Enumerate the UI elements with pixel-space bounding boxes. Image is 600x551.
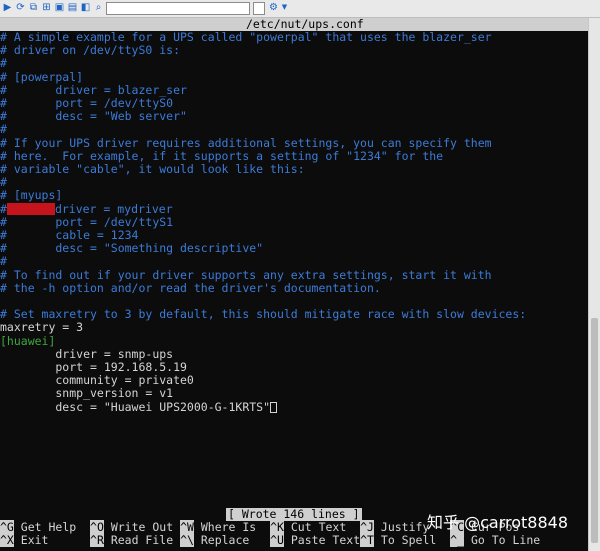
shortcut-label: Paste Text — [283, 533, 361, 547]
editor-line: # [powerpal] — [0, 69, 84, 84]
shortcut-label: Write Out — [103, 520, 181, 534]
editor-line: community = private0 — [0, 374, 194, 387]
editor-line: # A simple example for a UPS called "pow… — [0, 31, 492, 44]
editor-line: # driver on /dev/ttyS0 is: — [0, 44, 180, 57]
scrollbar[interactable] — [588, 18, 600, 551]
editor-line: desc = "Huawei UPS2000-G-1KRTS" — [0, 399, 278, 414]
editor-line: # — [0, 176, 7, 189]
play-icon[interactable]: ▶ — [2, 2, 13, 13]
copy-icon[interactable]: ⧉ — [28, 2, 39, 13]
editor-line: # driver = blazer_ser — [0, 82, 187, 97]
search-input[interactable] — [106, 2, 250, 15]
shortcut-key: ^R — [90, 533, 104, 547]
shortcut-label: Cut Text — [283, 520, 361, 534]
paste-icon[interactable]: ⊞ — [41, 2, 52, 13]
address-input[interactable] — [253, 2, 265, 15]
line-text: # — [0, 122, 7, 137]
editor-line: # — [0, 255, 7, 268]
line-text: snmp_version = v1 — [0, 386, 174, 401]
line-text: maxretry = 3 — [0, 320, 84, 335]
shortcut-label: Go To Line — [464, 533, 541, 547]
shortcut-key: ^O — [90, 520, 104, 534]
line-text: # desc = "Web server" — [0, 109, 187, 124]
editor-line: # desc = "Web server" — [0, 110, 187, 123]
find-icon[interactable]: ⌕ — [93, 2, 104, 13]
line-text: # driver = blazer_ser — [0, 82, 187, 97]
line-text: # the -h option and/or read the driver's… — [0, 280, 381, 295]
help-row-2: ^X Exit ^R Read File ^\ Replace ^U Paste… — [0, 533, 541, 547]
shortcut-key: ^J — [360, 520, 374, 534]
line-text: # driver on /dev/ttyS0 is: — [0, 43, 181, 58]
editor-line: # driver = mydriver — [0, 201, 173, 216]
editor-line: # To find out if your driver supports an… — [0, 267, 492, 282]
shortcut-label: Get Help — [13, 520, 91, 534]
editor-line: [huawei] — [0, 333, 56, 348]
line-text: # desc = "Something descriptive" — [0, 241, 264, 256]
shortcut-key: ^K — [270, 520, 284, 534]
line-text: [huawei] — [0, 333, 56, 348]
line-prefix: # — [0, 201, 7, 216]
editor-line: driver = snmp-ups — [0, 346, 174, 361]
shortcut-label: Exit — [13, 533, 91, 547]
watermark: 知乎 @carrot8848 — [427, 513, 568, 532]
editor-line: # desc = "Something descriptive" — [0, 242, 263, 255]
line-text: # here. For example, if it supports a se… — [0, 148, 444, 163]
editor-line: maxretry = 3 — [0, 321, 83, 334]
shortcut-label: Where Is — [193, 520, 271, 534]
line-text: driver = mydriver — [54, 201, 173, 216]
line-text: # — [0, 56, 7, 71]
shortcut-key: ^G — [0, 520, 14, 534]
tab-icon[interactable]: ◧ — [80, 2, 91, 13]
shortcut-label: To Spell — [373, 533, 451, 547]
editor-line: # the -h option and/or read the driver's… — [0, 280, 381, 295]
editor-line: # port = /dev/ttyS0 — [0, 97, 173, 110]
shortcut-label: Replace — [193, 533, 271, 547]
terminal-window[interactable]: GNU nano 4.8 /etc/nut/ups.conf # A simpl… — [0, 18, 588, 551]
editor-line: # Set maxretry to 3 by default, this sho… — [0, 308, 526, 321]
line-text: desc = "Huawei UPS2000-G-1KRTS" — [0, 399, 271, 414]
line-text: # Set maxretry to 3 by default, this sho… — [0, 307, 527, 322]
editor-line: port = 192.168.5.19 — [0, 361, 187, 374]
editor-line: # cable = 1234 — [0, 229, 138, 242]
editor-line: # [myups] — [0, 189, 62, 202]
line-text: # To find out if your driver supports an… — [0, 267, 492, 282]
shortcut-key: ^W — [180, 520, 194, 534]
line-text: # — [0, 254, 7, 269]
line-text: port = 192.168.5.19 — [0, 360, 187, 374]
line-text: # variable "cable", it would look like t… — [0, 162, 305, 176]
line-text: driver = snmp-ups — [0, 346, 174, 361]
settings-icon[interactable]: ⚙ — [268, 2, 279, 13]
window-icon[interactable]: ▤ — [67, 2, 78, 13]
terminal-toolbar: ▶ ⟳ ⧉ ⊞ ▣ ▤ ◧ ⌕ ⚙ ▼ — [0, 0, 600, 18]
editor-line: snmp_version = v1 — [0, 387, 173, 400]
line-text: # [myups] — [0, 188, 63, 203]
editor-line: # here. For example, if it supports a se… — [0, 148, 444, 163]
editor-line: # variable "cable", it would look like t… — [0, 163, 305, 176]
chevron-down-icon[interactable]: ▼ — [279, 2, 290, 13]
editor-line: # If your UPS driver requires additional… — [0, 135, 492, 150]
shortcut-label: Read File — [103, 533, 181, 547]
line-text: # A simple example for a UPS called "pow… — [0, 30, 492, 44]
line-text: community = private0 — [0, 373, 194, 388]
select-icon[interactable]: ▣ — [54, 2, 65, 13]
line-text: # port = /dev/ttyS0 — [0, 96, 174, 110]
shortcut-key: ^\ — [180, 533, 194, 547]
line-text: # — [0, 175, 7, 190]
line-text: # cable = 1234 — [0, 228, 139, 242]
editor-line: # port = /dev/ttyS1 — [0, 214, 174, 229]
shortcut-key: ^X — [0, 533, 14, 547]
shortcut-key: ^U — [270, 533, 284, 547]
editor-line: # — [0, 123, 7, 136]
line-text: # If your UPS driver requires additional… — [0, 135, 492, 150]
line-text: # port = /dev/ttyS1 — [0, 214, 174, 229]
text-cursor — [270, 401, 278, 413]
shortcut-key: ^_ — [450, 533, 465, 547]
editor-line: # — [0, 57, 7, 70]
line-text: # [powerpal] — [0, 69, 84, 84]
scrollbar-thumb[interactable] — [591, 318, 598, 543]
redaction-block — [6, 202, 55, 215]
refresh-icon[interactable]: ⟳ — [15, 2, 26, 13]
shortcut-key: ^T — [360, 533, 374, 547]
